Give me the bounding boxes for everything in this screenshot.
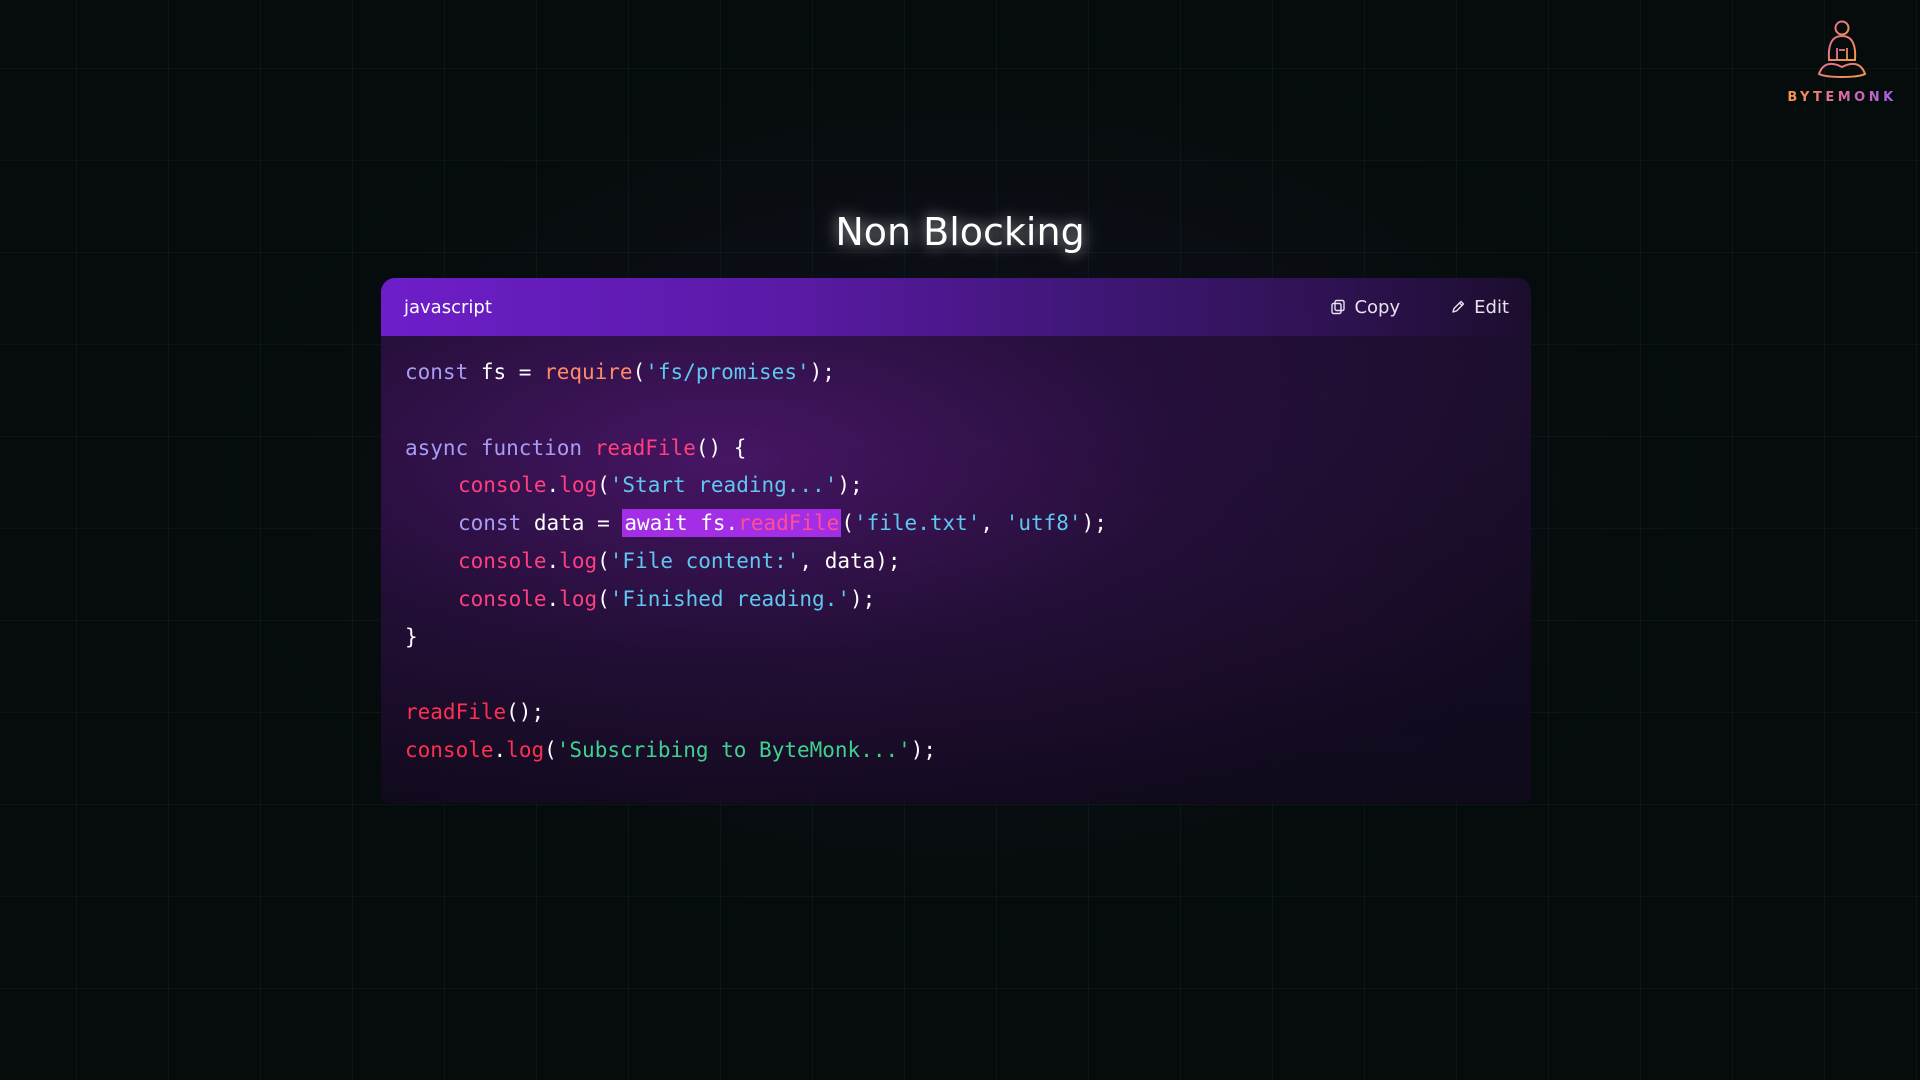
edit-button[interactable]: Edit xyxy=(1450,297,1509,318)
code-line-1: const fs = require('fs/promises'); xyxy=(405,360,835,384)
code-line-11: console.log('Subscribing to ByteMonk...'… xyxy=(405,737,937,762)
copy-label: Copy xyxy=(1354,296,1401,318)
bytemonk-logo: BYTEMONK xyxy=(1787,20,1897,105)
copy-button[interactable]: Copy xyxy=(1330,297,1400,318)
code-line-8: } xyxy=(405,624,418,649)
code-line-6: console.log('File content:', data); xyxy=(458,548,901,573)
meditating-monk-icon xyxy=(1817,20,1867,78)
slide-title: Non Blocking xyxy=(835,210,1085,254)
code-line-5: const data = await fs.readFile('file.txt… xyxy=(458,509,1107,538)
code-highlight: await fs.readFile xyxy=(622,509,842,538)
edit-label: Edit xyxy=(1474,296,1509,318)
copy-icon xyxy=(1331,299,1346,315)
code-block: javascript Copy Edit const fs = require(… xyxy=(381,278,1531,803)
code-line-3: async function readFile() { xyxy=(405,435,747,460)
language-label: javascript xyxy=(404,296,492,318)
code-line-10: readFile(); xyxy=(405,700,545,725)
logo-text: BYTEMONK xyxy=(1787,90,1897,105)
code-block-actions: Copy Edit xyxy=(1330,297,1509,318)
pencil-icon xyxy=(1452,300,1465,313)
code-block-header: javascript Copy Edit xyxy=(381,278,1531,336)
code-content: const fs = require('fs/promises'); async… xyxy=(381,336,1531,770)
code-line-4: console.log('Start reading...'); xyxy=(458,473,863,498)
code-line-7: console.log('Finished reading.'); xyxy=(458,586,876,611)
